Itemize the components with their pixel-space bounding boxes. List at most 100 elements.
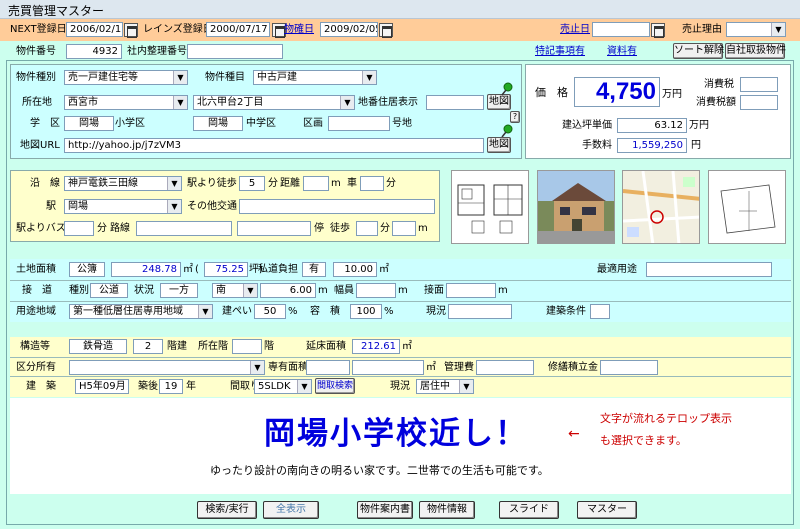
map-url-field[interactable]: http://yahoo.jp/j7zVM3 (64, 138, 484, 153)
reins-date-label: レインズ登録日 (143, 24, 213, 35)
internal-no-field[interactable] (187, 44, 283, 59)
width-field[interactable] (356, 283, 396, 298)
floor-at-field[interactable] (232, 339, 262, 354)
property-id-field[interactable]: 4932 (66, 44, 122, 59)
tax-field[interactable] (740, 77, 778, 92)
distance-label: 距離 (280, 178, 300, 189)
width-unit: m (398, 285, 408, 296)
tax-amount-field[interactable] (740, 95, 778, 110)
route-field-2[interactable] (237, 221, 311, 236)
land-tsubo-field[interactable]: 75.25 (204, 262, 248, 277)
special-notes-link[interactable]: 特記事項有 (535, 45, 585, 59)
exclusive-area-field-2[interactable] (352, 360, 424, 375)
property-guide-button[interactable]: 物件案内書 (357, 501, 413, 519)
type-label: 物件種別 (16, 72, 56, 83)
built-date-field[interactable]: H5年09月 (75, 379, 129, 394)
walk-field[interactable]: 5 (239, 176, 265, 191)
kukaku-field[interactable] (328, 116, 390, 131)
route-field[interactable] (136, 221, 232, 236)
city-select[interactable]: 西宮市 (64, 95, 188, 110)
station-select[interactable]: 岡場 (64, 199, 182, 214)
current-field[interactable] (448, 304, 512, 319)
property-info-button[interactable]: 物件情報 (419, 501, 475, 519)
fee-field[interactable]: 1,559,250 (617, 138, 687, 153)
slide-button[interactable]: スライド (499, 501, 559, 519)
layout-select[interactable]: 5SLDK (254, 379, 312, 394)
show-all-button[interactable]: 全表示 (263, 501, 319, 519)
area-map-image[interactable] (622, 170, 700, 244)
line-select[interactable]: 神戸電鉄三田線 (64, 176, 182, 191)
total-area-field[interactable]: 212.61 (352, 339, 400, 354)
bukken-calendar-icon[interactable] (379, 23, 393, 38)
next-calendar-icon[interactable] (124, 23, 138, 38)
age-field[interactable]: 19 (159, 379, 183, 394)
price-field[interactable]: 4,750 (574, 77, 660, 107)
land-area-field[interactable]: 248.78 (111, 262, 181, 277)
other-transit-field[interactable] (239, 199, 435, 214)
mgmt-fee-field[interactable] (476, 360, 534, 375)
sold-reason-select[interactable] (726, 22, 786, 37)
car-unit: 分 (386, 178, 396, 189)
road-kind-field[interactable]: 公道 (90, 283, 128, 298)
chiban-field[interactable] (426, 95, 484, 110)
map-button-2[interactable]: 地図 (487, 137, 511, 153)
site-plan-image[interactable] (708, 170, 786, 244)
exclusive-area-unit: ㎡ (426, 362, 436, 373)
junior-school-field[interactable]: 岡場 (193, 116, 243, 131)
bcr-field[interactable]: 50 (254, 304, 286, 319)
sold-date-field[interactable] (592, 22, 650, 37)
stop-m-field[interactable] (392, 221, 416, 236)
frontage-field[interactable] (446, 283, 496, 298)
private-road-field[interactable]: 有 (302, 262, 326, 277)
floorplan-image[interactable] (451, 170, 529, 244)
kind-select[interactable]: 中古戸建 (253, 70, 377, 85)
exclusive-area-field[interactable] (306, 360, 350, 375)
divider (10, 376, 791, 377)
ownership-select[interactable] (69, 360, 265, 375)
car-field[interactable] (360, 176, 384, 191)
land-area-type-field[interactable]: 公簿 (69, 262, 105, 277)
elementary-school-field[interactable]: 岡場 (64, 116, 114, 131)
map-button[interactable]: 地図 (487, 94, 511, 110)
best-use-field[interactable] (646, 262, 772, 277)
window-title: 売買管理マスター (8, 4, 105, 18)
private-area-field[interactable]: 10.00 (333, 262, 377, 277)
road-width-field[interactable]: 6.00 (260, 283, 316, 298)
pushpin-icon-2 (501, 124, 513, 138)
sort-reset-button[interactable]: ソート解除 (673, 43, 724, 59)
town-select[interactable]: 北六甲台2丁目 (193, 95, 355, 110)
layout-search-button[interactable]: 間取検索 (315, 378, 355, 394)
bus-unit: 分 (97, 223, 107, 234)
sold-calendar-icon[interactable] (651, 23, 665, 38)
far-field[interactable]: 100 (350, 304, 382, 319)
house-photo[interactable] (537, 170, 615, 244)
sold-date-link[interactable]: 売止日 (560, 23, 590, 37)
direction-select[interactable]: 南 (212, 283, 258, 298)
tsubo-price-unit: 万円 (689, 120, 709, 131)
tsubo-price-field[interactable]: 63.12 (617, 118, 687, 133)
next-date-field[interactable]: 2006/02/17 (66, 22, 123, 37)
zoning-select[interactable]: 第一種低層住居専用地域 (69, 304, 213, 319)
help-button[interactable]: ? (510, 111, 520, 123)
documents-link[interactable]: 資料有 (607, 45, 637, 59)
search-button[interactable]: 検索/実行 (197, 501, 257, 519)
repair-fund-label: 修繕積立金 (548, 362, 598, 373)
road-status-field[interactable]: 一方 (160, 283, 198, 298)
ticker-note-line1: 文字が流れるテロップ表示 (600, 412, 732, 425)
zoning-label: 用途地域 (16, 306, 56, 317)
structure-field[interactable]: 鉄骨造 (69, 339, 127, 354)
master-button[interactable]: マスター (577, 501, 637, 519)
bukken-date-field[interactable]: 2009/02/05 (320, 22, 378, 37)
type-select[interactable]: 売一戸建住宅等 (64, 70, 188, 85)
reins-date-field[interactable]: 2000/07/17 (206, 22, 270, 37)
own-properties-button[interactable]: 自社取扱物件 (725, 43, 786, 59)
build-cond-field[interactable] (590, 304, 610, 319)
ticker-note-line2: も選択できます。 (600, 434, 687, 447)
distance-field[interactable] (303, 176, 329, 191)
building-status-select[interactable]: 居住中 (416, 379, 474, 394)
repair-fund-field[interactable] (600, 360, 658, 375)
floors-field[interactable]: 2 (133, 339, 163, 354)
bus-field[interactable] (64, 221, 94, 236)
bukken-date-link[interactable]: 物確日 (284, 23, 314, 37)
stop-walk-field[interactable] (356, 221, 378, 236)
